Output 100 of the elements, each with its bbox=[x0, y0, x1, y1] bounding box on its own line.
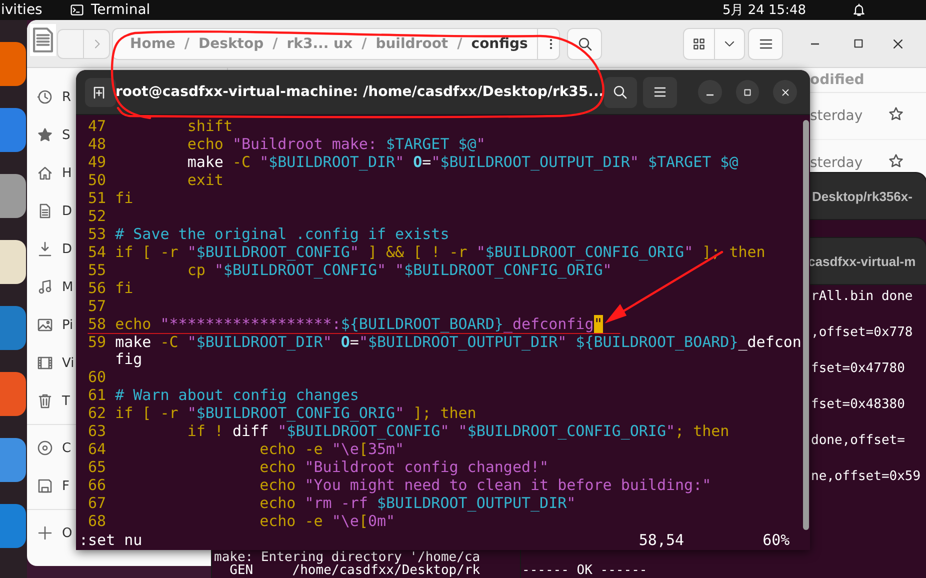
modified-cell: sterday bbox=[810, 155, 863, 171]
terminal-output-line: done,offset= bbox=[811, 432, 906, 450]
line-number: 58 bbox=[87, 316, 106, 333]
sidebar-item[interactable]: F bbox=[27, 467, 70, 505]
close-icon bbox=[780, 86, 791, 98]
line-number: 49 bbox=[87, 154, 106, 171]
line-number: 57 bbox=[87, 298, 106, 315]
sidebar-item[interactable]: Vi bbox=[27, 344, 74, 382]
app-launcher-icon[interactable] bbox=[0, 240, 26, 284]
modified-cell: sterday bbox=[810, 108, 863, 124]
sidebar-item[interactable]: H bbox=[27, 154, 72, 192]
terminal-output-line: make: Entering directory '/home/ca bbox=[214, 550, 480, 565]
line-number: 62 bbox=[87, 405, 106, 422]
sidebar-item[interactable]: S bbox=[27, 116, 70, 154]
line-number: 68 bbox=[87, 513, 106, 530]
code-line: fi bbox=[115, 280, 134, 297]
path-bar[interactable]: Home / Desktop / rk3... ux / buildroot / configs bbox=[112, 28, 560, 60]
sidebar-item[interactable]: D bbox=[27, 192, 72, 230]
sidebar-item[interactable]: R bbox=[27, 78, 72, 116]
sidebar-item[interactable]: M bbox=[27, 268, 74, 306]
terminal-output-line: ------ OK ------ bbox=[522, 564, 648, 577]
trash-icon bbox=[37, 393, 53, 409]
line-number: 65 bbox=[87, 459, 106, 476]
code-line: # Save the original .config if exists bbox=[115, 226, 450, 243]
path-crumb[interactable]: configs bbox=[471, 36, 528, 52]
menu-button[interactable] bbox=[748, 28, 783, 60]
line-number: 52 bbox=[87, 208, 106, 225]
code-line: if ! diff "$BUILDROOT_CONFIG" "$BUILDROOT_CONFIG_ORIG"; then bbox=[186, 423, 730, 440]
search-icon bbox=[576, 36, 592, 52]
code-line: fi bbox=[115, 190, 134, 207]
sidebar-item[interactable]: D bbox=[27, 230, 72, 268]
search-button[interactable] bbox=[567, 28, 602, 60]
close-button[interactable] bbox=[773, 80, 798, 104]
code-line: # Warn about config changes bbox=[115, 387, 360, 404]
window-title: Desktop/rk356x- bbox=[812, 188, 912, 204]
path-separator: / bbox=[362, 36, 367, 52]
close-icon bbox=[891, 36, 905, 50]
bell-icon bbox=[852, 3, 866, 17]
code-line: make -C "$BUILDROOT_DIR" O="$BUILDROOT_OUTPUT_DIR" $TARGET $@ bbox=[186, 154, 740, 171]
star-icon bbox=[37, 127, 53, 143]
line-number: 59 bbox=[87, 334, 106, 353]
command-line: :set nu bbox=[79, 531, 142, 549]
terminal-output-line: ne,offset=0x59 bbox=[811, 468, 921, 486]
line-number: 67 bbox=[87, 495, 106, 512]
grid-icon bbox=[692, 36, 706, 50]
scrollbar[interactable] bbox=[803, 120, 809, 530]
path-separator: / bbox=[457, 36, 462, 52]
line-number: 54 bbox=[87, 244, 106, 261]
code-line: if [ -r "$BUILDROOT_CONFIG_ORIG" ]; then bbox=[115, 405, 478, 422]
picture-icon bbox=[37, 317, 53, 333]
sidebar-item[interactable]: T bbox=[27, 382, 70, 420]
code-line: echo "You might need to clean it before building:" bbox=[258, 477, 712, 494]
star-icon bbox=[888, 153, 904, 169]
app-launcher-icon[interactable] bbox=[0, 174, 26, 218]
search-icon bbox=[612, 84, 628, 100]
maximize-icon bbox=[742, 86, 754, 98]
home-icon bbox=[37, 165, 53, 181]
new-tab-button[interactable] bbox=[85, 78, 116, 106]
terminal-icon bbox=[70, 3, 84, 17]
document-icon bbox=[37, 203, 53, 219]
terminal-output-line: fset=0x47780 bbox=[811, 360, 906, 378]
terminal-output-line: fset=0x48380 bbox=[811, 396, 906, 414]
minimize-button[interactable] bbox=[698, 80, 722, 104]
code-line: cp "$BUILDROOT_CONFIG" "$BUILDROOT_CONFIG_ORIG" bbox=[186, 262, 613, 279]
line-number: 66 bbox=[87, 477, 106, 494]
maximize-icon bbox=[852, 37, 864, 50]
line-number: 61 bbox=[87, 387, 106, 404]
code-line: shift bbox=[186, 118, 234, 135]
line-number: 48 bbox=[87, 136, 106, 153]
download-icon bbox=[37, 241, 53, 257]
maximize-button[interactable] bbox=[736, 80, 760, 104]
sidebar-item[interactable]: Pi bbox=[27, 306, 74, 344]
code-line: echo "Buildroot config changed!" bbox=[258, 459, 550, 476]
disc-icon bbox=[37, 440, 53, 456]
terminal-output-line: GEN /home/casdfxx/Desktop/rk bbox=[228, 563, 480, 578]
sidebar-item[interactable]: C bbox=[27, 429, 72, 467]
line-number: 51 bbox=[87, 190, 106, 207]
music-note-icon bbox=[37, 279, 53, 295]
code-line: echo -e "\e[0m" bbox=[258, 513, 396, 530]
search-button[interactable] bbox=[604, 76, 637, 108]
window-title: casdfxx-virtual-m bbox=[808, 254, 916, 268]
line-number: 50 bbox=[87, 172, 106, 189]
line-number: 64 bbox=[87, 441, 106, 458]
code-line: echo "Buildroot make: $TARGET $@" bbox=[186, 136, 486, 153]
path-separator: / bbox=[272, 36, 278, 52]
window-title: root@casdfxx-virtual-machine: /home/casdfxx/Desktop/rk35... bbox=[116, 84, 604, 100]
minimize-icon bbox=[706, 94, 714, 96]
menu-button[interactable] bbox=[642, 76, 678, 108]
line-number: 56 bbox=[87, 280, 106, 297]
code-line: echo -e "\e[35m" bbox=[258, 441, 406, 458]
clock[interactable]: 5月 24 15:48 bbox=[722, 1, 806, 19]
sidebar-item[interactable]: O bbox=[27, 514, 72, 552]
app-menu-label[interactable]: Terminal bbox=[91, 2, 150, 18]
activities-label[interactable]: ivities bbox=[1, 2, 70, 18]
film-icon bbox=[37, 355, 53, 371]
code-line: echo "rm -rf $BUILDROOT_OUTPUT_DIR" bbox=[258, 495, 577, 512]
line-number: 63 bbox=[87, 423, 106, 440]
line-number: 55 bbox=[87, 262, 106, 279]
line-number: 53 bbox=[87, 226, 106, 243]
path-separator: / bbox=[184, 36, 190, 52]
